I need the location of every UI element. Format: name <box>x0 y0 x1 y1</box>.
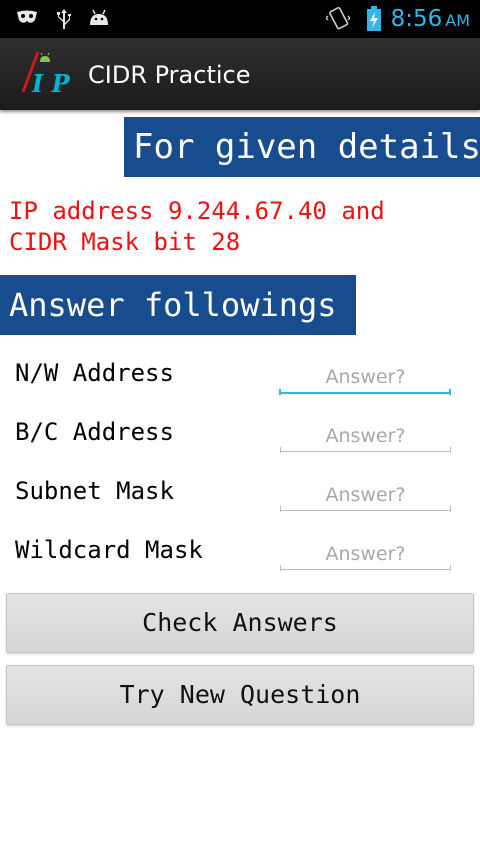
subnet-mask-label: Subnet Mask <box>15 477 174 505</box>
clock-time: 8:56 <box>390 6 443 32</box>
bc-address-label: B/C Address <box>15 418 174 446</box>
question-text: IP address 9.244.67.40 and CIDR Mask bit… <box>9 196 385 258</box>
check-answers-button[interactable]: Check Answers <box>6 593 474 653</box>
ip-logo-icon[interactable]: I P <box>18 48 71 100</box>
given-details-banner: For given details <box>124 117 480 177</box>
try-new-question-button[interactable]: Try New Question <box>6 665 474 725</box>
action-bar: I P CIDR Practice <box>0 38 480 110</box>
clock: 8:56 AM <box>391 5 470 35</box>
app-title: CIDR Practice <box>88 61 251 89</box>
usb-icon <box>56 9 72 33</box>
android-debug-icon <box>87 9 111 31</box>
input-corner-right <box>449 389 451 395</box>
question-line-1: IP address 9.244.67.40 and <box>9 197 385 225</box>
input-corner-right <box>450 447 451 453</box>
subnet-mask-input[interactable] <box>280 480 451 511</box>
input-corner-right <box>450 565 451 571</box>
wildcard-mask-label: Wildcard Mask <box>15 536 203 564</box>
question-line-2: CIDR Mask bit 28 <box>9 228 241 256</box>
wildcard-mask-input[interactable] <box>280 539 451 570</box>
input-corner-left <box>279 389 281 395</box>
input-corner-left <box>280 565 281 571</box>
nw-address-input[interactable] <box>280 362 451 394</box>
svg-text:I P: I P <box>31 69 70 98</box>
nw-address-label: N/W Address <box>15 359 174 387</box>
clock-ampm: AM <box>445 11 470 30</box>
vibrate-icon <box>325 6 351 36</box>
battery-charging-icon <box>366 6 382 36</box>
input-corner-left <box>280 447 281 453</box>
bc-address-input[interactable] <box>280 421 451 452</box>
input-corner-right <box>450 506 451 512</box>
answer-banner: Answer followings <box>0 275 356 335</box>
privacy-mask-icon <box>16 9 38 31</box>
input-corner-left <box>280 506 281 512</box>
status-bar: 8:56 AM <box>0 0 480 38</box>
